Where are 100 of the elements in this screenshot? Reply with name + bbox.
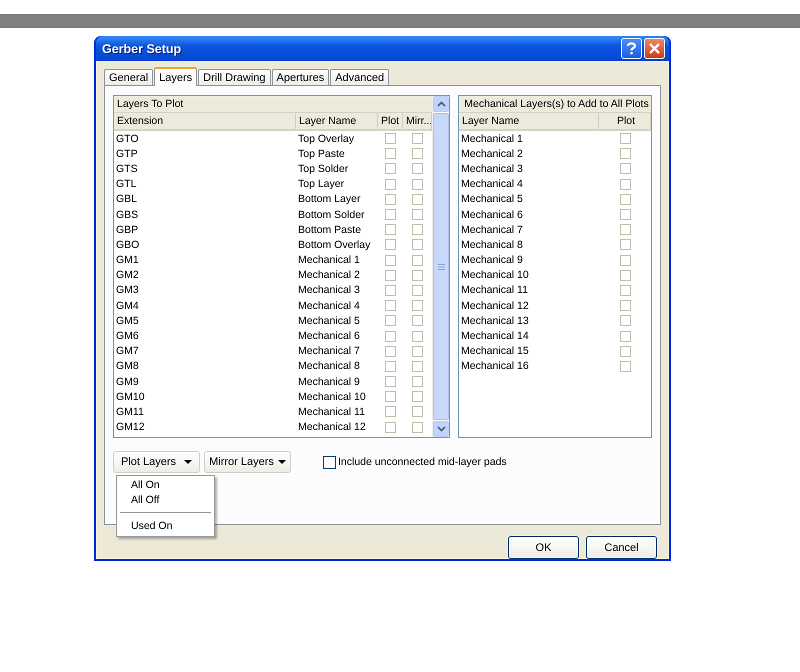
checkbox[interactable] — [412, 346, 423, 357]
checkbox[interactable] — [385, 376, 396, 388]
column-header[interactable]: Layer Name — [459, 113, 599, 129]
plot-layers-button[interactable]: Plot Layers — [113, 451, 200, 473]
checkbox[interactable] — [620, 133, 630, 144]
scroll-thumb[interactable] — [433, 113, 449, 420]
checkbox[interactable] — [412, 284, 423, 296]
checkbox[interactable] — [620, 178, 630, 190]
checkbox[interactable] — [412, 163, 423, 174]
checkbox[interactable] — [385, 300, 396, 312]
checkbox[interactable] — [412, 406, 423, 418]
table-cell-text: Mechanical 7 — [297, 345, 361, 358]
table-cell-text: GM3 — [115, 284, 140, 296]
checkbox[interactable] — [620, 254, 630, 266]
checkbox[interactable] — [385, 360, 396, 372]
menu-item[interactable]: All Off — [117, 493, 214, 508]
checkbox[interactable] — [620, 148, 630, 160]
checkbox[interactable] — [620, 360, 630, 372]
tab[interactable]: Advanced — [330, 69, 390, 85]
checkbox[interactable] — [412, 422, 423, 433]
ok-button[interactable]: OK — [508, 536, 579, 559]
chevron-up-icon — [436, 101, 446, 107]
table-cell-text: Mechanical 10 — [297, 390, 367, 403]
checkbox[interactable] — [412, 254, 423, 266]
table-cell-text: Mechanical 5 — [460, 193, 524, 206]
column-header[interactable]: Plot — [378, 113, 403, 129]
checkbox[interactable] — [412, 391, 423, 402]
checkbox[interactable] — [412, 133, 423, 144]
table-cell-text: GBO — [115, 238, 140, 251]
table-cell-text: GBP — [115, 224, 140, 236]
checkbox[interactable] — [620, 284, 630, 296]
help-icon — [626, 42, 637, 55]
checkbox[interactable] — [620, 209, 630, 220]
tab[interactable]: Drill Drawing — [198, 69, 271, 85]
checkbox[interactable] — [385, 239, 396, 250]
checkbox[interactable] — [385, 209, 396, 220]
checkbox[interactable] — [385, 148, 396, 160]
table-cell-text: Mechanical 1 — [460, 132, 524, 145]
checkbox[interactable] — [412, 330, 423, 342]
checkbox[interactable] — [620, 270, 630, 281]
column-header[interactable]: Plot — [599, 113, 651, 129]
checkbox[interactable] — [385, 330, 396, 342]
checkbox[interactable] — [412, 148, 423, 160]
checkbox[interactable] — [385, 254, 396, 266]
checkbox[interactable] — [620, 194, 630, 205]
checkbox[interactable] — [620, 300, 630, 312]
checkbox[interactable] — [385, 178, 396, 190]
checkbox[interactable] — [620, 239, 630, 250]
checkbox[interactable] — [385, 194, 396, 205]
checkbox[interactable] — [412, 239, 423, 250]
column-header[interactable]: Layer Name — [296, 113, 378, 129]
checkbox[interactable] — [385, 133, 396, 144]
checkbox[interactable] — [412, 315, 423, 326]
table-cell-text: Mechanical 15 — [460, 345, 530, 358]
scroll-up-button[interactable] — [433, 96, 449, 112]
table-cell-text: GTL — [115, 178, 138, 190]
checkbox[interactable] — [385, 346, 396, 357]
checkbox[interactable] — [620, 330, 630, 342]
table-cell-text: Mechanical 6 — [460, 208, 524, 221]
checkbox[interactable] — [412, 178, 423, 190]
menu-item[interactable]: Used On — [117, 519, 214, 534]
table-cell-text: Mechanical 3 — [297, 284, 361, 296]
checkbox[interactable] — [385, 270, 396, 281]
checkbox[interactable] — [620, 346, 630, 357]
tab[interactable]: Apertures — [272, 69, 330, 85]
checkbox[interactable] — [412, 224, 423, 236]
mirror-layers-button[interactable]: Mirror Layers — [204, 451, 291, 473]
scroll-down-button[interactable] — [433, 421, 449, 437]
menu-item[interactable]: All On — [117, 478, 214, 493]
checkbox[interactable] — [385, 391, 396, 402]
checkbox[interactable] — [323, 456, 336, 468]
table-cell-text: GTP — [115, 148, 139, 160]
checkbox[interactable] — [412, 360, 423, 372]
checkbox[interactable] — [385, 284, 396, 296]
column-header[interactable]: Extension — [114, 113, 296, 129]
checkbox[interactable] — [620, 224, 630, 236]
checkbox[interactable] — [412, 300, 423, 312]
help-button[interactable] — [621, 38, 642, 59]
checkbox[interactable] — [412, 270, 423, 281]
checkbox[interactable] — [385, 224, 396, 236]
tab[interactable]: General — [104, 69, 154, 85]
checkbox[interactable] — [385, 315, 396, 326]
checkbox[interactable] — [412, 209, 423, 220]
scrollbar[interactable] — [432, 96, 449, 437]
cancel-button[interactable]: Cancel — [586, 536, 657, 559]
checkbox[interactable] — [385, 163, 396, 174]
close-button[interactable] — [644, 38, 665, 59]
table-cell-text: GM2 — [115, 269, 140, 282]
grip-icon — [438, 262, 444, 270]
checkbox[interactable] — [620, 163, 630, 174]
checkbox[interactable] — [385, 406, 396, 418]
table-cell-text: GM6 — [115, 330, 140, 342]
table-cell-text: Mechanical 9 — [460, 254, 524, 266]
checkbox-label[interactable]: Include unconnected mid-layer pads — [338, 456, 507, 468]
checkbox[interactable] — [412, 376, 423, 388]
table-cell-text: GM8 — [115, 360, 140, 372]
checkbox[interactable] — [412, 194, 423, 205]
checkbox[interactable] — [620, 315, 630, 326]
checkbox[interactable] — [385, 422, 396, 433]
tab[interactable]: Layers — [154, 67, 198, 86]
